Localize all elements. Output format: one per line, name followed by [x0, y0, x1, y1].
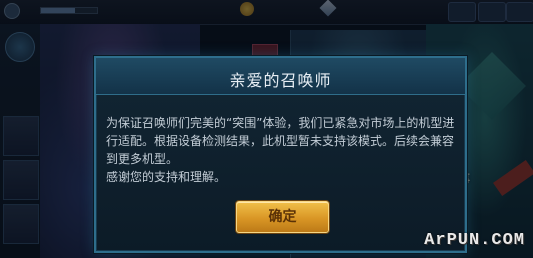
site-watermark: ArPUN.COM [424, 231, 525, 250]
dialog-message-line: 感谢您的支持和理解。 [106, 170, 227, 184]
dialog-message-line: 为保证召唤师们完美的“突围”体验，我们已紧急对市场上的机型进行适配。根据设备检测… [106, 116, 455, 166]
dialog-header: 亲爱的召唤师 [96, 58, 465, 95]
confirm-button-label: 确定 [268, 209, 297, 225]
dialog-title: 亲爱的召唤师 [229, 71, 332, 90]
dialog-message: 为保证召唤师们完美的“突围”体验，我们已紧急对市场上的机型进行适配。根据设备检测… [106, 114, 458, 186]
device-unsupported-dialog: 亲爱的召唤师 为保证召唤师们完美的“突围”体验，我们已紧急对市场上的机型进行适配… [94, 56, 467, 253]
confirm-button[interactable]: 确定 [236, 201, 329, 233]
